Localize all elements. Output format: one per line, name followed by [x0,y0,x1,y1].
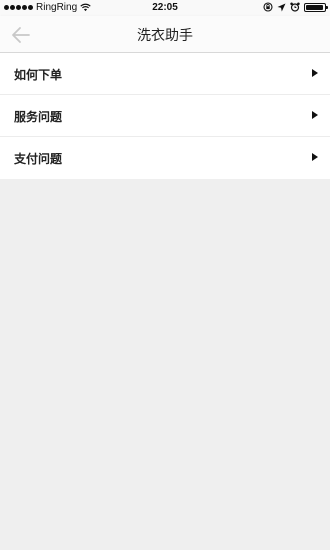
navigation-bar: 洗衣助手 [0,16,330,53]
menu-item-payment-issues[interactable]: 支付问题 [0,137,330,179]
page-title: 洗衣助手 [137,28,193,44]
alarm-clock-icon [290,2,300,12]
menu-item-label: 支付问题 [14,152,63,166]
status-right [263,2,328,12]
status-bar: RingRing 22:05 [0,0,330,16]
triangle-right-icon [312,69,318,77]
battery-icon [304,2,328,12]
menu-item-label: 如何下单 [14,68,63,82]
orientation-lock-icon [263,2,273,12]
menu-item-how-to-order[interactable]: 如何下单 [0,53,330,95]
help-menu-list: 如何下单 服务问题 支付问题 [0,53,330,179]
triangle-right-icon [312,153,318,161]
battery-fill [306,4,324,10]
menu-item-service-issues[interactable]: 服务问题 [0,95,330,137]
triangle-right-icon [312,111,318,119]
menu-item-label: 服务问题 [14,110,63,124]
location-arrow-icon [277,3,286,11]
